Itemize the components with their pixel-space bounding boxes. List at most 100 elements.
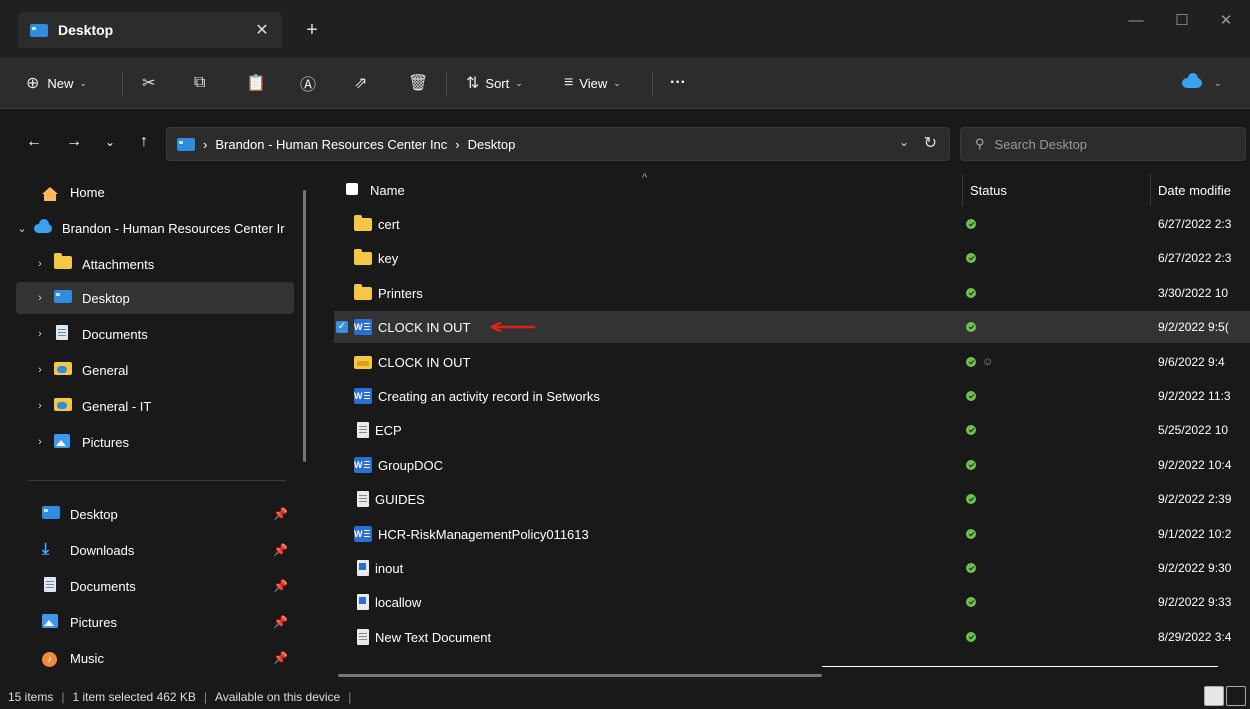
pin-icon[interactable]: 📌 (273, 543, 288, 557)
file-row[interactable]: W HCR-RiskManagementPolicy011613 9/1/2022 … (334, 518, 1250, 550)
minimize-button[interactable]: — (1116, 8, 1156, 34)
column-header-date-modified[interactable]: Date modifie (1158, 174, 1231, 206)
more-options-button[interactable]: ··· (670, 70, 686, 96)
delete-button[interactable]: 🗑 (408, 70, 428, 96)
pin-icon[interactable]: 📌 (273, 507, 288, 521)
close-window-button[interactable]: ✕ (1206, 8, 1246, 34)
sidebar-item-attachments[interactable]: › Attachments (28, 248, 294, 280)
column-header-status[interactable]: Status (970, 174, 1007, 206)
file-row[interactable]: ✓ W CLOCK IN OUT 9/2/2022 9:5( (334, 311, 1250, 343)
file-row[interactable]: cert 6/27/2022 2:3 (334, 208, 1250, 240)
breadcrumb-item[interactable]: Brandon - Human Resources Center Inc (215, 137, 447, 152)
column-divider[interactable] (962, 174, 963, 206)
select-all-checkbox[interactable] (346, 183, 358, 195)
desktop-icon (42, 506, 60, 519)
rename-button[interactable]: Ⓐ (300, 70, 316, 96)
address-row: ← → ⌄ ↑ › Brandon - Human Resources Cent… (0, 118, 1250, 168)
onedrive-button[interactable]: ⌄ (1182, 70, 1222, 96)
new-button[interactable]: ⊕ New ⌄ (26, 70, 87, 96)
refresh-icon[interactable]: ↻ (924, 133, 937, 153)
synced-check-icon (966, 529, 976, 539)
file-row[interactable]: key 6/27/2022 2:3 (334, 242, 1250, 274)
new-label: New (47, 75, 74, 91)
tab-label: Desktop (58, 22, 114, 38)
chevron-right-icon[interactable]: › (28, 364, 52, 376)
file-row[interactable]: W GroupDOC 9/2/2022 10:4 (334, 449, 1250, 481)
date-modified: 9/2/2022 11:3 (1158, 389, 1231, 403)
forward-button[interactable]: → (64, 132, 84, 152)
file-row[interactable]: CLOCK IN OUT ☺ 9/6/2022 9:4 (334, 346, 1250, 378)
item-count: 15 items (8, 689, 54, 704)
sidebar-item-documents[interactable]: › Documents (28, 318, 294, 350)
chevron-right-icon[interactable]: › (28, 258, 52, 270)
file-name: ECP (354, 414, 402, 446)
quick-access-music[interactable]: ♪ Music 📌 (40, 642, 294, 674)
copy-button[interactable]: ⧉ (194, 70, 205, 96)
sidebar-scrollbar[interactable] (303, 190, 306, 462)
file-row[interactable]: inout 9/2/2022 9:30 (334, 552, 1250, 584)
close-tab-icon[interactable]: ✕ (250, 20, 274, 40)
sidebar-item-home[interactable]: Home (16, 176, 294, 208)
file-row[interactable]: locallow 9/2/2022 9:33 (334, 586, 1250, 618)
share-button[interactable]: ⇗ (354, 70, 367, 96)
shared-folder-icon (54, 398, 72, 411)
file-name-label: locallow (375, 594, 422, 610)
tiles-view-button[interactable] (1226, 686, 1246, 706)
sidebar-item-pictures[interactable]: › Pictures (28, 426, 294, 458)
sort-button[interactable]: ⇅ Sort ⌄ (466, 70, 523, 96)
sidebar-item-label: Brandon - Human Resources Center Ir (62, 220, 285, 236)
file-row[interactable]: W Creating an activity record in Setworks… (334, 380, 1250, 412)
maximize-button[interactable]: ☐ (1162, 8, 1202, 34)
chevron-right-icon[interactable]: › (28, 292, 52, 304)
sidebar-item-general[interactable]: › General (28, 354, 294, 386)
search-icon: ⚲ (975, 136, 985, 151)
breadcrumb-item[interactable]: Desktop (468, 137, 516, 152)
file-row[interactable]: GUIDES 9/2/2022 2:39 (334, 483, 1250, 515)
sync-status (966, 422, 976, 438)
pin-icon[interactable]: 📌 (273, 615, 288, 629)
pin-icon[interactable]: 📌 (273, 579, 288, 593)
column-header-name[interactable]: Name (370, 174, 405, 206)
sidebar-item-desktop[interactable]: › Desktop (16, 282, 294, 314)
recent-locations-button[interactable]: ⌄ (100, 132, 120, 152)
chevron-right-icon[interactable]: › (28, 400, 52, 412)
details-view-button[interactable] (1204, 686, 1224, 706)
file-row[interactable]: New Text Document 8/29/2022 3:4 (334, 621, 1250, 653)
back-button[interactable]: ← (24, 132, 44, 152)
view-button[interactable]: ≡ View ⌄ (564, 70, 621, 96)
file-row[interactable]: Printers 3/30/2022 10 (334, 277, 1250, 309)
quick-access-pictures[interactable]: Pictures 📌 (40, 606, 294, 638)
sidebar-item-onedrive[interactable]: ⌄ Brandon - Human Resources Center Ir (16, 212, 294, 244)
word-icon: W (354, 526, 372, 542)
chevron-right-icon[interactable]: › (28, 436, 52, 448)
column-divider[interactable] (1150, 174, 1151, 206)
paste-button[interactable]: 📋 (246, 70, 266, 96)
up-button[interactable]: ↑ (134, 132, 154, 152)
folder-icon (354, 214, 372, 231)
new-tab-button[interactable]: + (300, 18, 324, 42)
file-row[interactable]: ECP 5/25/2022 10 (334, 414, 1250, 446)
chevron-down-icon[interactable]: ⌄ (12, 222, 32, 235)
search-input[interactable] (992, 135, 1237, 153)
quick-access-documents[interactable]: Documents 📌 (40, 570, 294, 602)
cloud-icon (34, 218, 52, 233)
sync-status (966, 629, 976, 645)
sidebar-item-label: Pictures (70, 614, 117, 630)
word-icon: W (354, 457, 372, 473)
chevron-right-icon[interactable]: › (28, 328, 52, 340)
quick-access-desktop[interactable]: Desktop 📌 (40, 498, 294, 530)
search-box[interactable]: ⚲ (960, 127, 1246, 161)
quick-access-downloads[interactable]: ⤓ Downloads 📌 (40, 534, 294, 566)
tab-desktop[interactable]: Desktop ✕ (18, 12, 282, 48)
cut-button[interactable]: ✂ (142, 70, 155, 96)
chevron-down-icon[interactable]: ⌄ (899, 135, 909, 149)
document-icon (44, 577, 56, 592)
synced-check-icon (966, 460, 976, 470)
row-checkbox[interactable]: ✓ (336, 321, 348, 333)
address-bar[interactable]: › Brandon - Human Resources Center Inc ›… (166, 127, 950, 161)
pin-icon[interactable]: 📌 (273, 651, 288, 665)
sidebar-item-general-it[interactable]: › General - IT (28, 390, 294, 422)
file-list: Name ^ Status Date modifie cert 6/27/2022… (318, 170, 1250, 680)
sync-status: ☺ (966, 354, 993, 370)
horizontal-scrollbar[interactable] (338, 674, 822, 677)
